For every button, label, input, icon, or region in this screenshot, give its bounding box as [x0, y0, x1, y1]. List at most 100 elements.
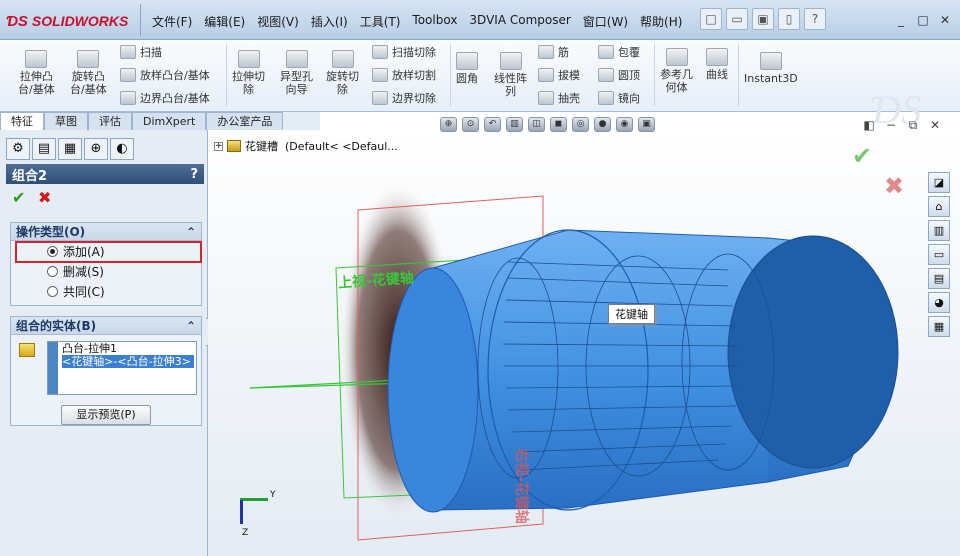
menu-3dvia[interactable]: 3DVIA Composer — [463, 11, 576, 32]
sweep-cut-button[interactable]: 扫描切除 — [372, 44, 436, 60]
help-icon[interactable]: ? — [190, 167, 198, 182]
tab-dimxpert[interactable]: DimXpert — [132, 112, 207, 130]
list-item[interactable]: <花键轴>-<凸台-拉伸3> — [62, 355, 194, 368]
instant3d-button[interactable]: Instant3D — [744, 52, 798, 85]
draft-button[interactable]: 拔模 — [538, 67, 580, 83]
loft-boss-button[interactable]: 放样凸台/基体 — [120, 67, 210, 83]
reference-geometry-button[interactable]: 参考几 何体 — [660, 48, 693, 94]
list-item[interactable]: 凸台-拉伸1 — [62, 342, 196, 355]
boundary-boss-button[interactable]: 边界凸台/基体 — [120, 90, 210, 106]
display-style-icon[interactable]: ◼ — [550, 117, 567, 132]
radio-add[interactable] — [47, 245, 58, 257]
home-icon[interactable]: ⌂ — [928, 196, 950, 217]
shell-button[interactable]: 抽壳 — [538, 90, 580, 106]
expand-plus-icon[interactable]: + — [214, 141, 223, 151]
fillet-label: 圆角 — [456, 72, 478, 85]
option-common[interactable]: 共同(C) — [11, 281, 201, 301]
hole-wizard-button[interactable]: 异型孔 向导 — [280, 50, 313, 96]
apply-scene-icon[interactable]: ◉ — [616, 117, 633, 132]
help-question-icon[interactable]: ? — [804, 8, 826, 30]
extrude-boss-icon — [25, 50, 48, 68]
fillet-button[interactable]: 圆角 — [456, 52, 478, 85]
resources-icon[interactable]: ◪ — [928, 172, 950, 193]
design-library-icon[interactable]: ▥ — [928, 220, 950, 241]
options-icon[interactable]: ▯ — [778, 8, 800, 30]
edit-appearance-icon[interactable]: ● — [594, 117, 611, 132]
extrude-cut-icon — [237, 50, 260, 68]
radio-subtract[interactable] — [47, 265, 58, 277]
shell-icon — [538, 91, 554, 105]
loft-cut-button[interactable]: 放样切割 — [372, 67, 436, 83]
wrap-button[interactable]: 包覆 — [598, 44, 640, 60]
revolve-cut-button[interactable]: 旋转切 除 — [326, 50, 359, 96]
feature-manager-icon[interactable]: ⚙ — [6, 138, 30, 160]
collapse-chevron-icon[interactable]: ⌃ — [186, 319, 196, 333]
extrude-cut-button[interactable]: 拉伸切 除 — [232, 50, 265, 96]
hide-show-items-icon[interactable]: ◎ — [572, 117, 589, 132]
configuration-manager-icon[interactable]: ▦ — [58, 138, 82, 160]
maximize-button[interactable]: □ — [914, 12, 932, 28]
option-add[interactable]: 添加(A) — [11, 241, 202, 263]
menu-file[interactable]: 文件(F) — [146, 11, 198, 32]
tab-sketch[interactable]: 草图 — [44, 112, 88, 130]
mirror-button[interactable]: 镜向 — [598, 90, 640, 106]
revolve-boss-label: 旋转凸 台/基体 — [70, 70, 107, 96]
menu-edit[interactable]: 编辑(E) — [198, 11, 251, 32]
bodies-header[interactable]: 组合的实体(B) ⌃ — [11, 317, 201, 335]
appearances-icon[interactable]: ◕ — [928, 292, 950, 313]
rib-button[interactable]: 筋 — [538, 44, 569, 60]
3d-model-view[interactable] — [208, 130, 960, 556]
viewport-minimize-icon[interactable]: − — [884, 118, 898, 132]
menu-help[interactable]: 帮助(H) — [634, 11, 688, 32]
ok-check-icon[interactable]: ✔ — [12, 188, 25, 207]
collapse-chevron-icon[interactable]: ⌃ — [186, 225, 196, 239]
feature-tree-root[interactable]: + 花键槽 (Default< <Defaul... — [214, 138, 398, 154]
viewport-maximize-icon[interactable]: ⧉ — [906, 118, 920, 132]
minimize-button[interactable]: _ — [892, 12, 910, 28]
custom-properties-icon[interactable]: ▦ — [928, 316, 950, 337]
new-document-icon[interactable]: □ — [700, 8, 722, 30]
dimxpert-manager-icon[interactable]: ⊕ — [84, 138, 108, 160]
curves-button[interactable]: 曲线 — [706, 48, 728, 81]
sweep-button[interactable]: 扫描 — [120, 44, 162, 60]
tab-office-products[interactable]: 办公室产品 — [206, 112, 284, 130]
file-explorer-icon[interactable]: ▭ — [928, 244, 950, 265]
zoom-area-icon[interactable]: ⊙ — [462, 117, 479, 132]
tab-features[interactable]: 特征 — [0, 112, 44, 130]
confirm-cancel-icon[interactable]: ✖ — [884, 172, 904, 200]
menu-tools[interactable]: 工具(T) — [354, 11, 407, 32]
save-icon[interactable]: ▣ — [752, 8, 774, 30]
main-menu: 文件(F) 编辑(E) 视图(V) 插入(I) 工具(T) Toolbox 3D… — [146, 11, 688, 32]
view-orientation-icon[interactable]: ◫ — [528, 117, 545, 132]
zoom-to-fit-icon[interactable]: ⊕ — [440, 117, 457, 132]
option-subtract[interactable]: 删减(S) — [11, 261, 201, 281]
previous-view-icon[interactable]: ↶ — [484, 117, 501, 132]
menu-toolbox[interactable]: Toolbox — [406, 11, 463, 32]
operation-type-header[interactable]: 操作类型(O) ⌃ — [11, 223, 201, 241]
viewport-restore-icon[interactable]: ◧ — [862, 118, 876, 132]
view-palette-icon[interactable]: ▤ — [928, 268, 950, 289]
extrude-boss-button[interactable]: 拉伸凸 台/基体 — [18, 50, 55, 96]
boundary-boss-label: 边界凸台/基体 — [140, 92, 210, 105]
viewport-close-icon[interactable]: ✕ — [928, 118, 942, 132]
boundary-cut-button[interactable]: 边界切除 — [372, 90, 436, 106]
confirm-check-icon[interactable]: ✔ — [852, 142, 872, 170]
show-preview-button[interactable]: 显示预览(P) — [61, 405, 151, 425]
linear-pattern-button[interactable]: 线性阵 列 — [494, 52, 527, 98]
open-folder-icon[interactable]: ▭ — [726, 8, 748, 30]
bodies-selection-list[interactable]: 凸台-拉伸1 <花键轴>-<凸台-拉伸3> — [47, 341, 197, 395]
tab-evaluate[interactable]: 评估 — [88, 112, 132, 130]
menu-view[interactable]: 视图(V) — [251, 11, 305, 32]
dome-button[interactable]: 圆顶 — [598, 67, 640, 83]
radio-common[interactable] — [47, 285, 58, 297]
cancel-x-icon[interactable]: ✖ — [38, 188, 51, 207]
menu-insert[interactable]: 插入(I) — [305, 11, 354, 32]
close-button[interactable]: ✕ — [936, 12, 954, 28]
ribbon-divider — [738, 44, 739, 106]
property-manager-icon[interactable]: ▤ — [32, 138, 56, 160]
display-manager-icon[interactable]: ◐ — [110, 138, 134, 160]
menu-window[interactable]: 窗口(W) — [577, 11, 634, 32]
section-view-icon[interactable]: ▥ — [506, 117, 523, 132]
revolve-boss-button[interactable]: 旋转凸 台/基体 — [70, 50, 107, 96]
view-settings-icon[interactable]: ▣ — [638, 117, 655, 132]
